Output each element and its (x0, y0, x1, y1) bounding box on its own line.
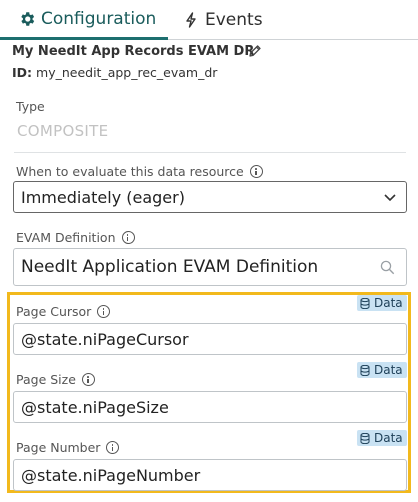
evaluate-select-value: Immediately (eager) (21, 187, 185, 207)
data-badge[interactable]: Data (357, 430, 407, 446)
page-number-label: Page Number (16, 440, 120, 455)
info-icon[interactable] (121, 231, 135, 244)
database-icon (360, 297, 370, 309)
page-size-label: Page Size (16, 372, 95, 387)
divider (14, 152, 406, 153)
type-value: COMPOSITE (17, 122, 109, 140)
info-icon[interactable] (97, 305, 111, 318)
lightning-icon (186, 12, 196, 28)
evam-label: EVAM Definition (16, 230, 135, 245)
record-id-label: ID: (12, 65, 33, 80)
data-badge[interactable]: Data (357, 295, 407, 311)
type-label-text: Type (16, 99, 45, 114)
page-cursor-value: @state.niPageCursor (21, 329, 189, 349)
record-title: My NeedIt App Records EVAM DR (12, 44, 255, 59)
page-cursor-label: Page Cursor (16, 304, 111, 319)
database-icon (360, 364, 370, 376)
evaluate-label-text: When to evaluate this data resource (16, 164, 244, 179)
evam-label-text: EVAM Definition (16, 230, 116, 245)
page-cursor-label-text: Page Cursor (16, 304, 92, 319)
evam-definition-value: NeedIt Application EVAM Definition (21, 257, 319, 277)
tab-configuration[interactable]: Configuration (0, 0, 168, 40)
info-icon[interactable] (81, 373, 95, 386)
page-number-label-text: Page Number (16, 440, 101, 455)
data-badge-label: Data (374, 431, 403, 445)
tab-events-label: Events (205, 10, 263, 30)
page-size-label-text: Page Size (16, 372, 76, 387)
page-number-value: @state.niPageNumber (21, 465, 201, 485)
info-icon[interactable] (249, 165, 263, 178)
record-id-value: my_needit_app_rec_evam_dr (36, 65, 218, 80)
type-label: Type (16, 99, 45, 114)
evaluate-label: When to evaluate this data resource (16, 164, 263, 179)
page-number-input[interactable]: @state.niPageNumber (13, 459, 407, 491)
evaluate-select[interactable]: Immediately (eager) (13, 181, 407, 213)
tab-bar: Configuration Events (0, 0, 418, 40)
database-icon (360, 432, 370, 444)
pencil-icon[interactable] (247, 43, 263, 59)
page-size-input[interactable]: @state.niPageSize (13, 391, 407, 423)
data-badge[interactable]: Data (357, 362, 407, 378)
search-icon[interactable] (380, 260, 395, 275)
data-badge-label: Data (374, 296, 403, 310)
gear-icon (21, 11, 35, 26)
page-size-value: @state.niPageSize (21, 397, 169, 417)
data-badge-label: Data (374, 363, 403, 377)
page-cursor-input[interactable]: @state.niPageCursor (13, 323, 407, 355)
record-id: ID: my_needit_app_rec_evam_dr (12, 65, 217, 80)
chevron-down-icon (384, 194, 396, 202)
evam-definition-field[interactable]: NeedIt Application EVAM Definition (13, 248, 407, 286)
info-icon[interactable] (106, 441, 120, 454)
tab-events[interactable]: Events (168, 0, 278, 40)
tab-configuration-label: Configuration (41, 8, 157, 29)
